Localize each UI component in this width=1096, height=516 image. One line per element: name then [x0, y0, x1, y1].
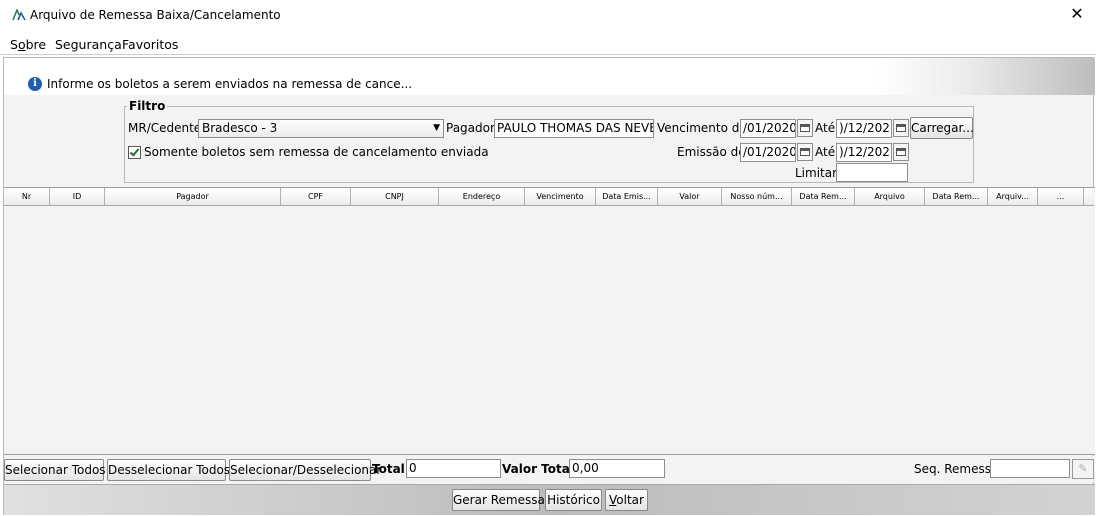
selection-bar: Selecionar Todos Desselecionar Todos Sel… — [4, 456, 1095, 482]
calendar-icon — [800, 148, 810, 156]
vencimento-de-input[interactable]: /01/2020 — [740, 119, 796, 138]
carregar-button[interactable]: Carregar... — [910, 117, 974, 139]
vencimento-ate-input[interactable]: )/12/2025 — [836, 119, 892, 138]
column-header[interactable]: Data Rem... — [925, 188, 988, 206]
column-header[interactable]: Pagador — [105, 188, 281, 206]
column-header[interactable]: Arquiv... — [988, 188, 1038, 206]
column-header[interactable]: Nosso núm... — [722, 188, 792, 206]
desselecionar-todos-button[interactable]: Desselecionar Todos — [107, 459, 230, 481]
menu-sobre[interactable]: Sobre — [10, 37, 46, 52]
pencil-icon[interactable]: ✎ — [1072, 459, 1094, 479]
pagador-label: Pagador: — [446, 121, 499, 135]
menu-bar: Sobre Segurança Favoritos — [0, 33, 1096, 55]
calendar-icon — [896, 148, 906, 156]
pagador-input[interactable]: PAULO THOMAS DAS NEVES — [494, 119, 654, 138]
historico-button[interactable]: Histórico — [545, 489, 602, 511]
seq-remessa-input[interactable] — [990, 459, 1070, 478]
column-header[interactable]: Data Rem... — [792, 188, 855, 206]
info-icon: i — [28, 77, 42, 91]
table-header: Nr ID Pagador CPF CNPJ Endereço Vencimento Data… — [4, 188, 1094, 206]
info-text: Informe os boletos a serem enviados na r… — [47, 77, 413, 91]
column-header[interactable]: Endereço — [439, 188, 525, 206]
app-logo-icon — [12, 9, 26, 21]
menu-favoritos[interactable]: Favoritos — [122, 37, 178, 52]
limitar-input[interactable] — [836, 163, 908, 182]
column-header[interactable]: Vencimento — [525, 188, 596, 206]
column-header[interactable]: Data Emis... — [596, 188, 658, 206]
somente-sem-remessa-checkbox[interactable] — [128, 146, 141, 159]
column-header[interactable]: Nr — [4, 188, 50, 206]
vencimento-de-calendar-button[interactable] — [797, 119, 813, 137]
voltar-rest: oltar — [616, 493, 644, 507]
voltar-button[interactable]: Voltar — [605, 489, 648, 511]
somente-sem-remessa-label: Somente boletos sem remessa de cancelame… — [144, 145, 489, 159]
total-label: Total: — [372, 462, 410, 476]
checkmark-icon — [129, 146, 140, 157]
column-header[interactable]: ID — [50, 188, 105, 206]
cedente-select[interactable]: Bradesco - 3 ▼ — [198, 119, 444, 138]
menu-seguranca[interactable]: Segurança — [55, 37, 122, 52]
calendar-icon — [800, 124, 810, 132]
total-field: 0 — [406, 459, 501, 478]
column-header[interactable]: Valor — [658, 188, 722, 206]
column-header[interactable]: CPF — [281, 188, 351, 206]
filter-legend: Filtro — [127, 99, 168, 113]
cedente-value: Bradesco - 3 — [202, 121, 278, 135]
column-header[interactable]: Arquivo — [855, 188, 925, 206]
valor-total-field: 0,00 — [569, 459, 665, 478]
vencimento-ate-calendar-button[interactable] — [893, 119, 909, 137]
boletos-table[interactable]: Nr ID Pagador CPF CNPJ Endereço Vencimento Data… — [4, 187, 1095, 455]
cedente-label: MR/Cedente: — [128, 121, 206, 135]
footer-bar: Gerar Remessa Histórico Voltar — [4, 484, 1095, 515]
emissao-ate-calendar-button[interactable] — [893, 143, 909, 161]
emissao-de-input[interactable]: /01/2020 — [740, 143, 796, 162]
emissao-label: Emissão de: — [677, 145, 750, 159]
column-header[interactable]: ... — [1038, 188, 1084, 206]
menu-sobre-rest: bre — [25, 37, 47, 52]
valor-total-label: Valor Total: — [502, 462, 579, 476]
info-bar: i Informe os boletos a serem enviados na… — [4, 58, 1095, 95]
gerar-remessa-button[interactable]: Gerar Remessa — [452, 489, 545, 511]
window-title: Arquivo de Remessa Baixa/Cancelamento — [30, 8, 281, 22]
calendar-icon — [896, 124, 906, 132]
chevron-down-icon: ▼ — [433, 123, 440, 133]
limitar-label: Limitar: — [795, 166, 841, 180]
vencimento-label: Vencimento de: — [657, 121, 751, 135]
selecionar-todos-button[interactable]: Selecionar Todos — [4, 459, 106, 481]
selecionar-desselecionar-button[interactable]: Selecionar/Desselecionar — [229, 459, 381, 481]
emissao-ate-input[interactable]: )/12/2025 — [836, 143, 892, 162]
close-icon[interactable]: ✕ — [1066, 3, 1088, 25]
column-header[interactable]: CNPJ — [351, 188, 439, 206]
emissao-de-calendar-button[interactable] — [797, 143, 813, 161]
title-bar: Arquivo de Remessa Baixa/Cancelamento ✕ — [0, 0, 1096, 30]
